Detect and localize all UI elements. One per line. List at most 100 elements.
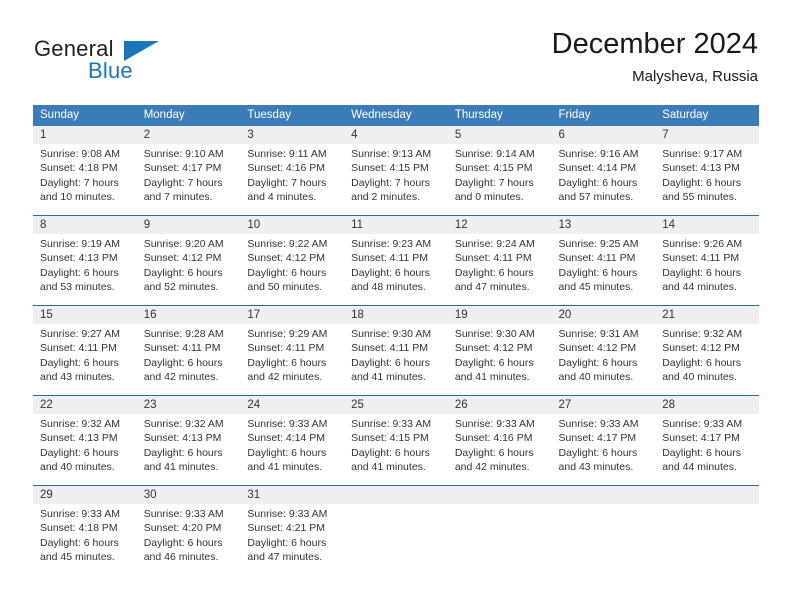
day-cell-inner: 7 Sunrise: 9:17 AM Sunset: 4:13 PM Daylight… [655,126,759,215]
sunrise-text: Sunrise: 9:33 AM [558,418,639,430]
calendar-page: General Blue December 2024 Malysheva, Ru… [0,0,792,612]
sunset-text: Sunset: 4:18 PM [40,162,118,175]
calendar-day-cell[interactable]: 5 Sunrise: 9:14 AM Sunset: 4:15 PM Daylight… [447,126,552,216]
daylight-text-line2: and 7 minutes. [143,191,213,204]
sunrise-text: Sunrise: 9:33 AM [454,418,535,430]
daylight-text-line2: and 45 minutes. [40,551,115,564]
day-details: Sunrise: 9:33 AM Sunset: 4:21 PM Daylight:… [240,504,344,565]
sunset-text: Sunset: 4:18 PM [40,522,118,535]
calendar-day-cell[interactable]: 27 Sunrise: 9:33 AM Sunset: 4:17 PM Dayligh… [551,395,656,486]
calendar-day-cell[interactable]: 22 Sunrise: 9:32 AM Sunset: 4:13 PM Dayligh… [33,395,137,486]
day-number: 12 [447,216,552,234]
day-number: 28 [655,396,759,414]
day-number: 23 [136,396,241,414]
day-cell-inner: 26 Sunrise: 9:33 AM Sunset: 4:16 PM Dayligh… [447,396,552,485]
calendar-day-cell[interactable]: 15 Sunrise: 9:27 AM Sunset: 4:11 PM Dayligh… [33,305,137,396]
daylight-text-line1: Daylight: 6 hours [40,266,119,279]
calendar-day-cell[interactable]: 31 Sunrise: 9:33 AM Sunset: 4:21 PM Dayligh… [240,485,345,575]
calendar-day-cell[interactable] [344,485,448,575]
sunset-text: Sunset: 4:11 PM [351,342,428,355]
calendar-day-cell[interactable]: 7 Sunrise: 9:17 AM Sunset: 4:13 PM Daylight… [655,126,759,216]
daylight-text-line2: and 42 minutes. [454,461,530,474]
calendar-day-cell[interactable]: 14 Sunrise: 9:26 AM Sunset: 4:11 PM Dayligh… [655,215,759,306]
daylight-text-line1: Daylight: 6 hours [40,536,119,549]
calendar-day-cell[interactable]: 17 Sunrise: 9:29 AM Sunset: 4:11 PM Dayligh… [240,305,345,396]
calendar-day-cell[interactable]: 21 Sunrise: 9:32 AM Sunset: 4:12 PM Dayligh… [655,305,759,396]
sunset-text: Sunset: 4:13 PM [143,432,222,445]
calendar-day-cell[interactable]: 16 Sunrise: 9:28 AM Sunset: 4:11 PM Dayligh… [136,305,241,396]
day-details: Sunrise: 9:33 AM Sunset: 4:14 PM Daylight:… [240,414,344,475]
calendar-day-cell[interactable]: 25 Sunrise: 9:33 AM Sunset: 4:15 PM Dayligh… [344,395,448,486]
day-number: 18 [344,306,448,324]
sunrise-text: Sunrise: 9:29 AM [247,328,328,340]
calendar-day-cell[interactable]: 29 Sunrise: 9:33 AM Sunset: 4:18 PM Dayligh… [33,485,137,575]
day-details: Sunrise: 9:14 AM Sunset: 4:15 PM Daylight:… [448,144,552,205]
calendar-day-cell[interactable]: 8 Sunrise: 9:19 AM Sunset: 4:13 PM Daylight… [33,215,137,306]
sunset-text: Sunset: 4:13 PM [40,252,118,265]
calendar-day-cell[interactable]: 13 Sunrise: 9:25 AM Sunset: 4:11 PM Dayligh… [551,215,656,306]
calendar-day-cell[interactable]: 19 Sunrise: 9:30 AM Sunset: 4:12 PM Dayligh… [447,305,552,396]
daylight-text-line2: and 50 minutes. [247,281,323,294]
sunset-text: Sunset: 4:14 PM [558,162,637,175]
day-number: 30 [136,486,241,504]
day-cell-inner: 5 Sunrise: 9:14 AM Sunset: 4:15 PM Daylight… [447,126,552,215]
day-number: 15 [33,306,137,324]
sunrise-text: Sunrise: 9:16 AM [558,148,639,160]
sunset-text: Sunset: 4:11 PM [247,342,325,355]
calendar-day-cell[interactable]: 10 Sunrise: 9:22 AM Sunset: 4:12 PM Dayligh… [240,215,345,306]
calendar-day-cell[interactable]: 9 Sunrise: 9:20 AM Sunset: 4:12 PM Daylight… [136,215,241,306]
page-header: General Blue December 2024 Malysheva, Ru… [0,0,792,100]
calendar-day-cell[interactable]: 20 Sunrise: 9:31 AM Sunset: 4:12 PM Dayligh… [551,305,656,396]
day-cell-inner: 22 Sunrise: 9:32 AM Sunset: 4:13 PM Dayligh… [33,396,137,485]
day-details [448,504,552,507]
sunset-text: Sunset: 4:11 PM [662,252,740,265]
day-cell-inner: 14 Sunrise: 9:26 AM Sunset: 4:11 PM Dayligh… [655,216,759,305]
day-number: 24 [240,396,345,414]
day-cell-inner: 4 Sunrise: 9:13 AM Sunset: 4:15 PM Daylight… [344,126,448,215]
day-details: Sunrise: 9:32 AM Sunset: 4:12 PM Daylight:… [655,324,759,385]
day-number: 27 [551,396,656,414]
calendar-day-cell[interactable]: 6 Sunrise: 9:16 AM Sunset: 4:14 PM Daylight… [551,126,656,216]
day-cell-inner: 17 Sunrise: 9:29 AM Sunset: 4:11 PM Dayligh… [240,306,345,395]
daylight-text-line1: Daylight: 6 hours [143,266,223,279]
day-details: Sunrise: 9:30 AM Sunset: 4:12 PM Daylight:… [448,324,552,385]
day-number: 20 [551,306,656,324]
sunrise-text: Sunrise: 9:30 AM [454,328,535,340]
day-details: Sunrise: 9:19 AM Sunset: 4:13 PM Daylight:… [33,234,137,295]
calendar-day-cell[interactable]: 3 Sunrise: 9:11 AM Sunset: 4:16 PM Daylight… [240,126,345,216]
calendar-day-cell[interactable]: 12 Sunrise: 9:24 AM Sunset: 4:11 PM Dayligh… [447,215,552,306]
calendar-day-cell[interactable]: 18 Sunrise: 9:30 AM Sunset: 4:11 PM Dayligh… [344,305,448,396]
daylight-text-line1: Daylight: 6 hours [558,356,638,369]
calendar-day-cell[interactable] [447,485,552,575]
sunset-text: Sunset: 4:17 PM [143,162,222,175]
calendar-day-cell[interactable]: 2 Sunrise: 9:10 AM Sunset: 4:17 PM Daylight… [136,126,241,216]
day-cell-inner: 6 Sunrise: 9:16 AM Sunset: 4:14 PM Daylight… [551,126,656,215]
calendar-day-cell[interactable]: 28 Sunrise: 9:33 AM Sunset: 4:17 PM Dayligh… [655,395,759,486]
daylight-text-line2: and 48 minutes. [351,281,426,294]
sunrise-text: Sunrise: 9:31 AM [558,328,639,340]
daylight-text-line1: Daylight: 6 hours [40,356,119,369]
calendar-day-cell[interactable]: 4 Sunrise: 9:13 AM Sunset: 4:15 PM Daylight… [344,126,448,216]
day-details: Sunrise: 9:32 AM Sunset: 4:13 PM Daylight:… [137,414,241,475]
day-number [655,486,759,504]
sunrise-text: Sunrise: 9:33 AM [40,508,120,520]
calendar-day-cell[interactable]: 1 Sunrise: 9:08 AM Sunset: 4:18 PM Daylight… [33,126,137,216]
day-number: 13 [551,216,656,234]
day-cell-inner [447,486,552,575]
calendar-day-cell[interactable]: 24 Sunrise: 9:33 AM Sunset: 4:14 PM Dayligh… [240,395,345,486]
day-cell-inner: 2 Sunrise: 9:10 AM Sunset: 4:17 PM Daylight… [136,126,241,215]
calendar-day-cell[interactable]: 30 Sunrise: 9:33 AM Sunset: 4:20 PM Dayligh… [136,485,241,575]
daylight-text-line1: Daylight: 6 hours [662,176,742,189]
calendar-day-cell[interactable]: 23 Sunrise: 9:32 AM Sunset: 4:13 PM Dayligh… [136,395,241,486]
day-number: 21 [655,306,759,324]
sunrise-text: Sunrise: 9:24 AM [454,238,535,250]
calendar-day-cell[interactable] [655,485,759,575]
calendar-day-cell[interactable]: 26 Sunrise: 9:33 AM Sunset: 4:16 PM Dayligh… [447,395,552,486]
sunrise-text: Sunrise: 9:20 AM [143,238,224,250]
day-details: Sunrise: 9:26 AM Sunset: 4:11 PM Daylight:… [655,234,759,295]
calendar-day-cell[interactable] [551,485,656,575]
day-cell-inner: 15 Sunrise: 9:27 AM Sunset: 4:11 PM Dayligh… [33,306,137,395]
sunrise-text: Sunrise: 9:19 AM [40,238,120,250]
calendar-day-cell[interactable]: 11 Sunrise: 9:23 AM Sunset: 4:11 PM Dayligh… [344,215,448,306]
daylight-text-line2: and 40 minutes. [662,371,737,384]
